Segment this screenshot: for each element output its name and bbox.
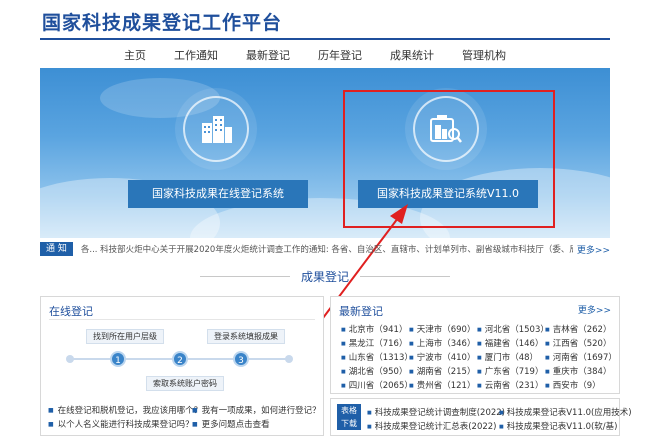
region-item[interactable]: 厦门市（48） — [477, 352, 545, 364]
notice-marquee[interactable]: 各... 科技部火炬中心关于开展2020年度火炬统计调查工作的通知: 各省、自治… — [81, 243, 573, 255]
online-panel-title: 在线登记 — [49, 305, 93, 318]
section-divider-right — [360, 276, 450, 277]
region-item[interactable]: 江西省（520） — [545, 338, 612, 350]
faq-link[interactable]: 以个人名义能进行科技成果登记吗？ — [48, 418, 194, 430]
latest-more-link[interactable]: 更多>> — [578, 303, 611, 316]
nav-latest-registration[interactable]: 最新登记 — [232, 46, 304, 66]
nav-work-notice[interactable]: 工作通知 — [160, 46, 232, 66]
step-3-icon[interactable]: 3 — [233, 351, 249, 367]
region-item[interactable]: 西安市（9） — [545, 380, 611, 392]
form-download-link[interactable]: 科技成果登记表V11.0(软/基) — [499, 420, 618, 432]
region-item[interactable]: 广东省（719） — [477, 366, 545, 378]
notice-more-link[interactable]: 更多>> — [577, 243, 610, 256]
header: 国家科技成果登记工作平台 主页 工作通知 最新登记 历年登记 成果统计 管理机构 — [0, 0, 650, 68]
flow-end-dot — [285, 355, 293, 363]
latest-registration-panel: 最新登记 更多>> 北京市（941） 天津市（690） 河北省（1503） 吉林… — [330, 296, 620, 394]
latest-panel-title: 最新登记 — [339, 305, 383, 318]
form-download-link[interactable]: 科技成果登记统计调查制度(2022) — [367, 406, 505, 418]
form-download-panel: 表格 下载 科技成果登记统计调查制度(2022) 科技成果登记表V11.0(应用… — [330, 398, 632, 436]
region-item[interactable]: 河北省（1503） — [477, 324, 549, 336]
form-download-tag: 表格 下载 — [337, 404, 361, 430]
section-title: 成果登记 — [300, 270, 349, 284]
region-item[interactable]: 湖北省（950） — [341, 366, 409, 378]
step-1-icon[interactable]: 1 — [110, 351, 126, 367]
buildings-icon — [202, 116, 232, 143]
nav-home[interactable]: 主页 — [110, 46, 160, 66]
region-item[interactable]: 贵州省（121） — [409, 380, 477, 392]
step-account-label[interactable]: 索取系统账户密码 — [146, 376, 224, 391]
form-download-link[interactable]: 科技成果登记表V11.0(应用技术) — [499, 406, 632, 418]
faq-more-link[interactable]: 更多问题点击查看 — [192, 418, 270, 430]
nav-statistics[interactable]: 成果统计 — [376, 46, 448, 66]
region-item[interactable]: 湖南省（215） — [409, 366, 477, 378]
step-2-icon[interactable]: 2 — [172, 351, 188, 367]
region-item[interactable]: 北京市（941） — [341, 324, 409, 336]
form-download-link[interactable]: 科技成果登记统计汇总表(2022) — [367, 420, 497, 432]
nav-history-registration[interactable]: 历年登记 — [304, 46, 376, 66]
form-tag-line: 下载 — [341, 419, 357, 428]
region-item[interactable]: 四川省（2065） — [341, 380, 413, 392]
faq-link[interactable]: 在线登记和脱机登记，我应该用哪个？ — [48, 404, 203, 416]
region-item[interactable]: 宁波市（410） — [409, 352, 477, 364]
main-nav: 主页 工作通知 最新登记 历年登记 成果统计 管理机构 — [110, 46, 520, 66]
site-title[interactable]: 国家科技成果登记工作平台 — [42, 8, 282, 35]
faq-link[interactable]: 我有一项成果，如何进行登记？ — [192, 404, 321, 416]
flow-start-dot — [66, 355, 74, 363]
form-tag-line: 表格 — [341, 406, 357, 415]
region-item[interactable]: 上海市（346） — [409, 338, 477, 350]
region-item[interactable]: 山东省（1313） — [341, 352, 413, 364]
step-login-label[interactable]: 登录系统填报成果 — [207, 329, 285, 344]
region-grid: 北京市（941） 天津市（690） 河北省（1503） 吉林省（262） 黑龙江… — [341, 324, 617, 392]
online-registration-portal[interactable]: 国家科技成果在线登记系统 — [128, 68, 308, 238]
online-portal-circle — [183, 96, 249, 162]
region-item[interactable]: 黑龙江（716） — [341, 338, 409, 350]
step-find-level-label[interactable]: 找到所在用户层级 — [86, 329, 164, 344]
nav-management[interactable]: 管理机构 — [448, 46, 520, 66]
panel-divider — [49, 319, 315, 320]
region-item[interactable]: 河南省（1697） — [545, 352, 617, 364]
region-item[interactable]: 重庆市（384） — [545, 366, 612, 378]
notice-tag: 通 知 — [40, 242, 73, 256]
region-item[interactable]: 福建省（146） — [477, 338, 545, 350]
notice-bar: 通 知 各... 科技部火炬中心关于开展2020年度火炬统计调查工作的通知: 各… — [40, 240, 610, 258]
online-registration-button[interactable]: 国家科技成果在线登记系统 — [128, 180, 308, 208]
region-item[interactable]: 吉林省（262） — [545, 324, 612, 336]
region-item[interactable]: 天津市（690） — [409, 324, 477, 336]
header-divider — [40, 38, 610, 40]
region-item[interactable]: 云南省（231） — [477, 380, 545, 392]
